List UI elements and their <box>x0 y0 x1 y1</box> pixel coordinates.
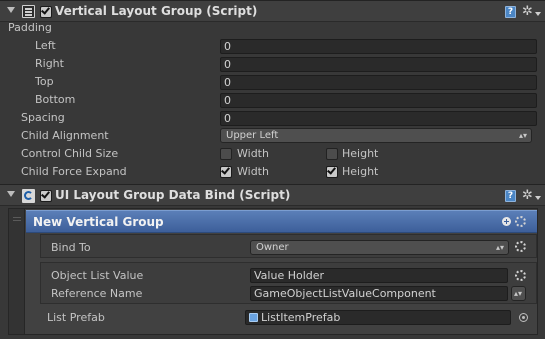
spacing-field[interactable]: 0 <box>220 111 537 126</box>
padding-top-field[interactable]: 0 <box>220 75 537 90</box>
child-force-expand-label: Child Force Expand <box>21 165 127 178</box>
object-list-value-label: Object List Value <box>51 269 144 282</box>
padding-bottom-field[interactable]: 0 <box>220 93 537 108</box>
component-title: Vertical Layout Group (Script) <box>55 4 258 18</box>
data-bind-component-header[interactable]: UI Layout Group Data Bind (Script) ? ✲ <box>0 184 545 206</box>
expand-height-label: Height <box>342 165 379 178</box>
padding-top-label: Top <box>35 75 54 88</box>
control-height-label: Height <box>342 147 379 160</box>
add-icon[interactable] <box>502 217 511 226</box>
child-alignment-label: Child Alignment <box>21 129 109 142</box>
element-title: New Vertical Group <box>33 215 164 229</box>
control-width-checkbox[interactable] <box>220 148 232 160</box>
popup-arrows-icon: ▴▾ <box>495 243 504 252</box>
reorder-handle-strip[interactable] <box>9 209 25 334</box>
component-enabled-checkbox[interactable] <box>40 189 52 202</box>
reference-name-label: Reference Name <box>51 287 143 300</box>
spacing-label: Spacing <box>21 111 65 124</box>
checkmark-icon <box>221 165 230 175</box>
csharp-script-icon <box>22 189 35 203</box>
padding-right-label: Right <box>35 57 64 70</box>
object-list-value-field[interactable]: Value Holder <box>250 268 508 283</box>
expand-width-checkbox[interactable] <box>220 165 232 178</box>
checkmark-icon <box>41 5 50 15</box>
list-prefab-label: List Prefab <box>47 311 105 324</box>
control-height-checkbox[interactable] <box>326 148 338 160</box>
vertical-layout-group-header[interactable]: Vertical Layout Group (Script) ? ✲ <box>0 0 545 22</box>
child-alignment-dropdown[interactable]: Upper Left ▴▾ <box>220 128 532 143</box>
reference-name-dropdown[interactable]: ▴▾ <box>511 286 526 301</box>
popup-arrows-icon: ▴▾ <box>513 289 522 298</box>
help-icon[interactable]: ? <box>505 190 516 202</box>
gear-icon[interactable]: ✲ <box>522 5 533 18</box>
bind-to-value: Owner <box>256 242 289 253</box>
expand-height-checkbox[interactable] <box>326 165 338 178</box>
binding-status-icon[interactable] <box>515 216 526 227</box>
vertical-layout-icon <box>22 5 35 18</box>
component-enabled-checkbox[interactable] <box>40 5 52 18</box>
reference-name-field[interactable]: GameObjectListValueComponent <box>250 286 508 301</box>
component-title: UI Layout Group Data Bind (Script) <box>55 188 291 202</box>
checkmark-icon <box>41 189 50 199</box>
object-list-value-status-icon[interactable] <box>515 270 526 281</box>
padding-left-field[interactable]: 0 <box>220 39 537 54</box>
bind-to-status-icon[interactable] <box>515 241 526 252</box>
list-prefab-field[interactable]: ListItemPrefab <box>245 310 511 325</box>
object-picker-icon[interactable] <box>519 313 528 322</box>
help-icon[interactable]: ? <box>505 6 516 18</box>
foldout-arrow-icon[interactable] <box>7 191 15 197</box>
popup-arrows-icon: ▴▾ <box>518 131 527 140</box>
bind-to-label: Bind To <box>51 241 91 254</box>
expand-width-label: Width <box>237 165 269 178</box>
padding-right-field[interactable]: 0 <box>220 57 537 72</box>
padding-bottom-label: Bottom <box>35 93 76 106</box>
list-prefab-value: ListItemPrefab <box>261 311 341 324</box>
prefab-icon <box>249 313 258 322</box>
child-alignment-value: Upper Left <box>226 130 279 141</box>
control-width-label: Width <box>237 147 269 160</box>
checkmark-icon <box>327 165 336 175</box>
padding-left-label: Left <box>35 39 56 52</box>
list-element-header[interactable]: New Vertical Group <box>26 210 537 233</box>
gear-dropdown-arrow-icon[interactable] <box>535 12 541 16</box>
gear-dropdown-arrow-icon[interactable] <box>535 196 541 200</box>
gear-icon[interactable]: ✲ <box>522 189 533 202</box>
control-child-size-label: Control Child Size <box>21 147 119 160</box>
bind-to-dropdown[interactable]: Owner ▴▾ <box>250 240 509 255</box>
foldout-arrow-icon[interactable] <box>7 7 15 13</box>
padding-label[interactable]: Padding <box>8 21 52 34</box>
